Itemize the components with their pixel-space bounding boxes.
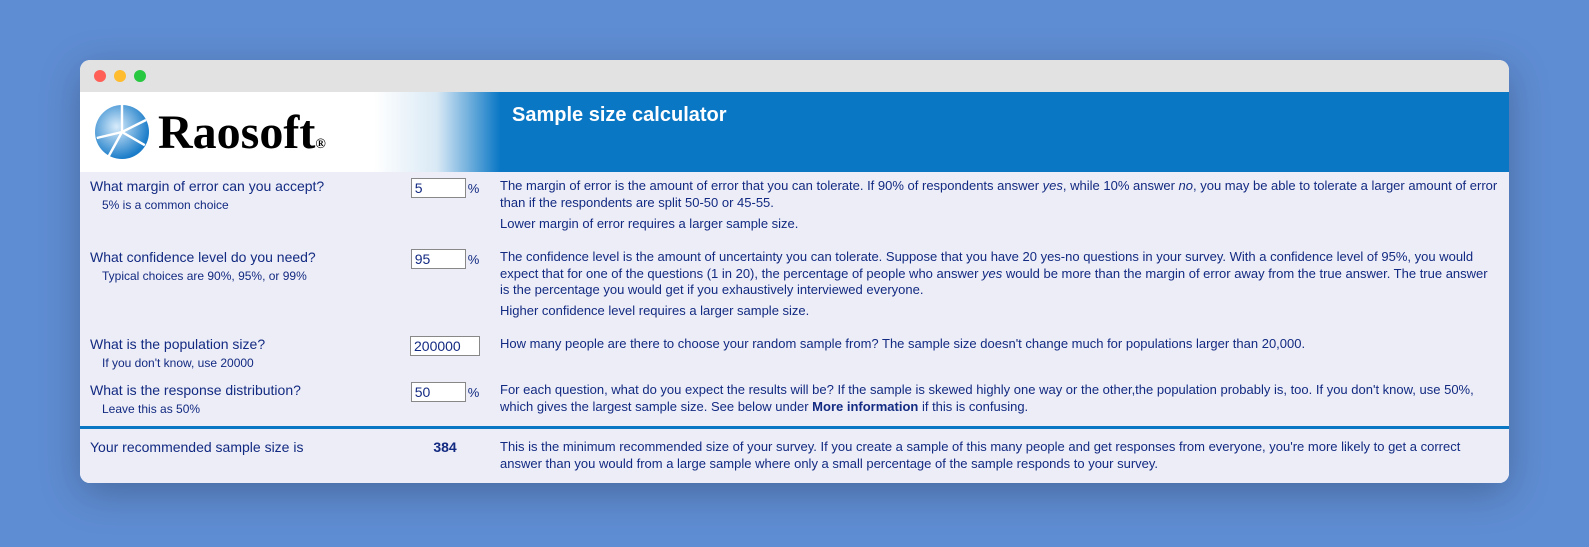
margin-question: What margin of error can you accept? bbox=[90, 178, 390, 194]
response-input[interactable] bbox=[411, 382, 466, 402]
result-label: Your recommended sample size is bbox=[90, 439, 390, 473]
margin-hint: 5% is a common choice bbox=[102, 198, 390, 212]
confidence-hint: Typical choices are 90%, 95%, or 99% bbox=[102, 269, 390, 283]
confidence-description: The confidence level is the amount of un… bbox=[500, 249, 1499, 325]
brand-logo-icon bbox=[92, 102, 152, 162]
brand-name: Raosoft® bbox=[158, 105, 326, 160]
confidence-input[interactable] bbox=[411, 249, 466, 269]
page-header: Raosoft® Sample size calculator bbox=[80, 92, 1509, 172]
row-population-size: What is the population size? If you don'… bbox=[80, 330, 1509, 376]
margin-input[interactable] bbox=[411, 178, 466, 198]
registered-mark: ® bbox=[315, 137, 325, 152]
close-icon[interactable] bbox=[94, 70, 106, 82]
row-margin-of-error: What margin of error can you accept? 5% … bbox=[80, 172, 1509, 243]
result-description: This is the minimum recommended size of … bbox=[500, 439, 1499, 473]
row-response-distribution: What is the response distribution? Leave… bbox=[80, 376, 1509, 426]
population-input[interactable] bbox=[410, 336, 480, 356]
page-title: Sample size calculator bbox=[500, 92, 727, 172]
window-titlebar bbox=[80, 60, 1509, 92]
row-result: Your recommended sample size is 384 This… bbox=[80, 429, 1509, 483]
margin-description: The margin of error is the amount of err… bbox=[500, 178, 1499, 237]
row-confidence-level: What confidence level do you need? Typic… bbox=[80, 243, 1509, 331]
confidence-unit: % bbox=[468, 252, 480, 267]
maximize-icon[interactable] bbox=[134, 70, 146, 82]
margin-unit: % bbox=[468, 181, 480, 196]
response-question: What is the response distribution? bbox=[90, 382, 390, 398]
brand-logo-area: Raosoft® bbox=[80, 92, 500, 172]
population-description: How many people are there to choose your… bbox=[500, 336, 1499, 370]
minimize-icon[interactable] bbox=[114, 70, 126, 82]
population-question: What is the population size? bbox=[90, 336, 390, 352]
calculator-body: What margin of error can you accept? 5% … bbox=[80, 172, 1509, 483]
response-description: For each question, what do you expect th… bbox=[500, 382, 1499, 420]
response-hint: Leave this as 50% bbox=[102, 402, 390, 416]
result-value: 384 bbox=[390, 439, 500, 473]
population-hint: If you don't know, use 20000 bbox=[102, 356, 390, 370]
confidence-question: What confidence level do you need? bbox=[90, 249, 390, 265]
response-unit: % bbox=[468, 385, 480, 400]
app-window: Raosoft® Sample size calculator What mar… bbox=[80, 60, 1509, 483]
